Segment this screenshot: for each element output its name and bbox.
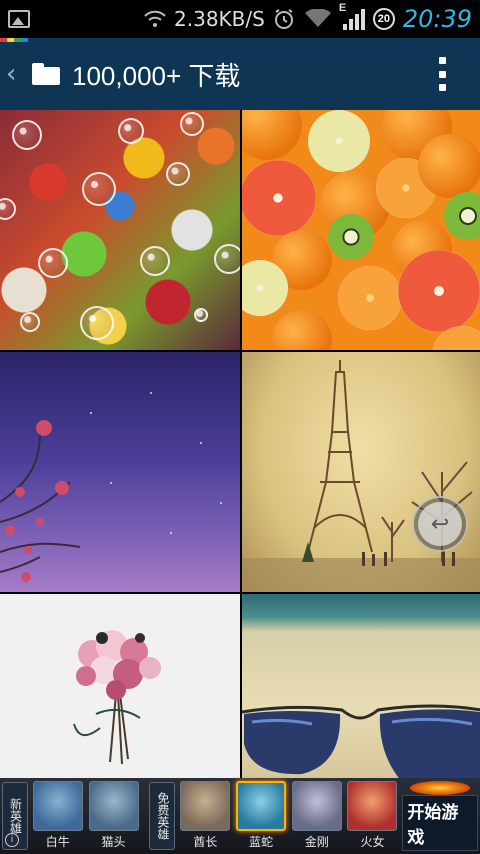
hero-name: 蓝蛇 [248,835,273,849]
hero-portrait [88,781,139,831]
wifi-icon [144,10,166,28]
new-hero-label: 新英雄 i [2,782,28,850]
eiffel-illustration [242,360,480,592]
clock: 20:39 [402,5,472,33]
wallpaper-thumbnail-bouquet[interactable] [0,594,240,782]
accent-strip [0,38,28,42]
back-arrow-icon: ↩ [418,502,462,546]
floating-back-button[interactable]: ↩ [412,496,468,552]
net-speed: 2.38KB/S [174,7,265,31]
hero-card-selected[interactable]: 蓝蛇 [235,781,287,851]
folder-icon[interactable] [32,63,60,85]
wifi-signal-icon [303,9,333,29]
hero-name: 酋长 [193,835,218,849]
hero-portrait [291,781,342,831]
bouquet-illustration [73,630,161,765]
hero-card[interactable]: 白牛 [32,781,84,851]
hero-card[interactable]: 酋长 [179,781,231,851]
battery-icon: 20 [372,8,395,30]
hero-name: 火女 [360,835,385,849]
gallery-icon [8,10,30,28]
chevron-left-icon[interactable]: ‹ [6,59,24,89]
hero-card[interactable]: 猫头 [88,781,140,851]
sunglasses-illustration [242,704,480,782]
free-hero-label: 免费英雄 [149,782,176,850]
wallpaper-thumbnail-eiffel-tower[interactable] [242,352,480,592]
hero-portrait [235,781,286,831]
hero-name: 金刚 [304,835,329,849]
signal-icon: E [339,2,365,30]
wallpaper-grid [0,110,480,782]
network-type: E [338,2,347,14]
hero-card[interactable]: 金刚 [291,781,343,851]
free-hero-text: 免费英雄 [155,792,170,840]
app-bar: ‹ 100,000+ 下载 [0,38,480,110]
info-icon[interactable]: i [5,833,19,847]
hero-portrait [347,781,398,831]
more-vert-icon[interactable] [434,57,450,91]
hero-name: 白牛 [45,835,70,849]
logo-art [410,781,471,795]
hero-portrait [180,781,231,831]
wallpaper-thumbnail-sunglasses-beach[interactable] [242,594,480,782]
hero-name: 猫头 [101,835,126,849]
wallpaper-thumbnail-jellybeans[interactable] [0,110,240,350]
hero-card[interactable]: 火女 [347,781,399,851]
new-hero-text: 新英雄 [8,798,23,834]
ad-banner[interactable]: 新英雄 i 白牛 猫头 免费英雄 酋长 蓝蛇 金刚 火女 开始游戏 [0,778,480,854]
page-title: 100,000+ 下载 [72,60,241,91]
status-bar: 2.38KB/S E 20 20:39 [0,0,480,38]
alarm-icon [273,8,295,30]
hero-portrait [32,781,83,831]
wallpaper-thumbnail-night-flower[interactable] [0,352,240,592]
wallpaper-thumbnail-citrus[interactable] [242,110,480,350]
start-game-button[interactable]: 开始游戏 [402,795,479,851]
flower-branch [0,420,81,582]
game-logo[interactable]: 开始游戏 [402,781,479,851]
